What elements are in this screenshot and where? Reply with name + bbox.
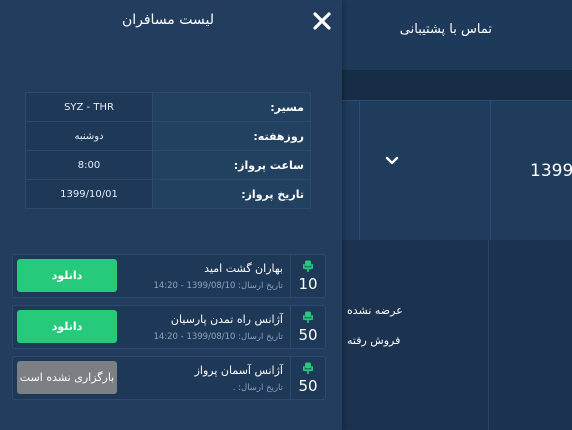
info-row-flight-date: 1399/10/01 تاریخ پرواز: <box>25 179 311 209</box>
passenger-list-panel: لیست مسافران SYZ - THR مسیر: دوشنبه روزه… <box>0 0 342 430</box>
seat-icon <box>303 311 313 323</box>
route-label: مسیر: <box>152 92 311 122</box>
seat-count-cell: 50 <box>290 306 325 348</box>
weekday-label: روزهفته: <box>152 121 311 151</box>
flight-date-label: تاریخ پرواز: <box>152 179 311 209</box>
flight-time-value: 8:00 <box>25 150 153 180</box>
chevron-down-icon[interactable] <box>384 153 400 169</box>
seat-count-cell: 50 <box>290 357 325 399</box>
info-row-route: SYZ - THR مسیر: <box>25 92 311 122</box>
flight-time-label: ساعت پرواز: <box>152 150 311 180</box>
close-button[interactable] <box>312 11 332 31</box>
close-icon[interactable] <box>312 11 332 31</box>
flight-year: 1399 <box>530 161 572 181</box>
top-bar: تماس با پشتیبانی <box>342 0 572 71</box>
seat-count-cell: 10 <box>290 255 325 297</box>
table-header-strip <box>342 70 572 100</box>
support-link[interactable]: تماس با پشتیبانی <box>400 22 492 37</box>
column-divider <box>359 101 360 241</box>
sent-date: تاریخ ارسال: . <box>232 383 283 393</box>
agency-name: آژانس راه تمدن پارسیان <box>170 313 283 326</box>
route-value: SYZ - THR <box>25 92 153 122</box>
download-button[interactable]: دانلود <box>17 259 117 292</box>
stat-sold: فروش رفته <box>347 334 401 347</box>
seat-icon <box>303 260 313 272</box>
seat-icon <box>303 362 313 374</box>
column-divider <box>488 240 489 430</box>
stat-not-offered: عرضه نشده <box>347 304 403 317</box>
sent-date: تاریخ ارسال: 1399/08/10 - 14:20 <box>153 281 283 291</box>
seat-count: 50 <box>298 377 318 395</box>
not-uploaded-button[interactable]: بارگزاری نشده است <box>17 361 117 394</box>
weekday-value: دوشنبه <box>25 121 153 151</box>
agency-name: آژانس آسمان پرواز <box>194 364 283 377</box>
info-row-flight-time: 8:00 ساعت پرواز: <box>25 150 311 180</box>
panel-title: لیست مسافران <box>121 12 214 28</box>
seat-count: 50 <box>298 326 318 344</box>
seat-count: 10 <box>298 275 318 293</box>
passenger-row: دانلود آژانس راه تمدن پارسیان تاریخ ارسا… <box>12 305 326 349</box>
flight-card: 1399 <box>342 100 572 242</box>
download-button[interactable]: دانلود <box>17 310 117 343</box>
sent-date: تاریخ ارسال: 1399/08/10 - 14:20 <box>153 332 283 342</box>
flight-date-value: 1399/10/01 <box>25 179 153 209</box>
column-divider <box>490 101 491 241</box>
info-row-weekday: دوشنبه روزهفته: <box>25 121 311 151</box>
passenger-row: بارگزاری نشده است آژانس آسمان پرواز تاری… <box>12 356 326 400</box>
agency-name: بهاران گشت امید <box>204 262 283 275</box>
flight-info-table: SYZ - THR مسیر: دوشنبه روزهفته: 8:00 ساع… <box>25 92 311 209</box>
passenger-row: دانلود بهاران گشت امید تاریخ ارسال: 1399… <box>12 254 326 298</box>
